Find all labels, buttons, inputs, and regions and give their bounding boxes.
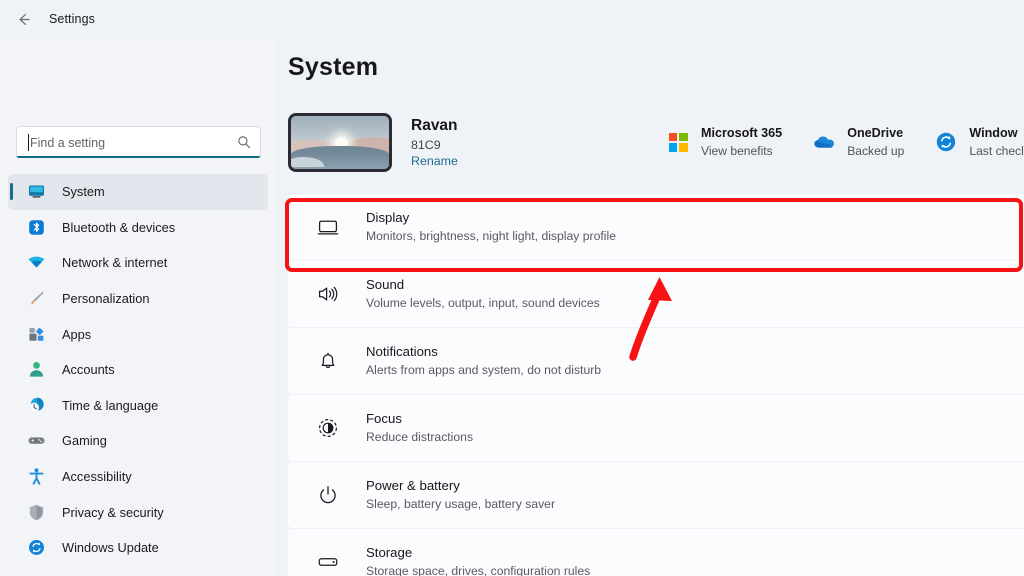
sidebar-item-gaming[interactable]: Gaming [8,423,268,459]
settings-row-focus[interactable]: Focus Reduce distractions [288,395,1024,461]
update-sync-icon [26,538,46,558]
search-focus-underline [17,156,260,158]
monitor-icon [26,182,46,202]
status-card-title: Microsoft 365 [701,126,783,140]
windows-update-icon [934,130,958,154]
sidebar-item-bluetooth-devices[interactable]: Bluetooth & devices [8,210,268,246]
settings-window: Settings Find a setting System Bluetooth… [0,0,1024,576]
sidebar-nav: System Bluetooth & devices Network & int… [8,174,268,566]
settings-row-notifications[interactable]: Notifications Alerts from apps and syste… [288,328,1024,394]
status-cards: Microsoft 365 View benefits OneDrive Bac… [666,124,1024,160]
status-card-microsoft-365[interactable]: Microsoft 365 View benefits [666,124,782,160]
settings-rows: Display Monitors, brightness, night ligh… [288,194,1024,576]
onedrive-cloud-icon [812,130,836,154]
gamepad-icon [26,431,46,451]
settings-row-subtitle: Volume levels, output, input, sound devi… [366,295,600,310]
sidebar-item-label: Apps [62,326,92,342]
settings-row-title: Sound [366,276,405,292]
sidebar-item-network-internet[interactable]: Network & internet [8,245,268,281]
back-arrow-icon [19,13,30,25]
window-title: Settings [49,12,95,26]
sidebar-item-apps[interactable]: Apps [8,316,268,352]
settings-row-title: Power & battery [366,477,460,493]
sidebar-item-label: Bluetooth & devices [62,219,176,235]
status-card-subtitle: View benefits [701,144,773,158]
bluetooth-icon [26,217,46,237]
power-icon [316,483,340,507]
sidebar-item-label: Accessibility [62,469,132,485]
person-icon [26,360,46,380]
sidebar-item-label: System [62,184,105,200]
device-card: Ravan 81C9 Rename [288,112,538,172]
shield-icon [26,502,46,522]
device-model: 81C9 [411,137,441,152]
settings-row-subtitle: Reduce distractions [366,429,474,444]
status-card-title: Window [969,126,1018,140]
sidebar-item-time-language[interactable]: Time & language [8,388,268,424]
settings-row-title: Focus [366,410,402,426]
search-input[interactable] [17,127,260,158]
rename-link[interactable]: Rename [411,154,458,168]
speaker-icon [316,282,340,306]
status-card-onedrive[interactable]: OneDrive Backed up [812,124,904,160]
search-container[interactable] [16,126,261,158]
sidebar-item-accessibility[interactable]: Accessibility [8,459,268,495]
device-name: Ravan [411,117,458,135]
status-card-windows-update[interactable]: Window Last checl [934,124,1024,160]
title-bar: Settings [0,0,1024,38]
search-box[interactable] [16,126,261,158]
sidebar-item-label: Windows Update [62,540,159,556]
settings-row-subtitle: Alerts from apps and system, do not dist… [366,362,602,377]
sidebar-item-label: Gaming [62,433,107,449]
storage-drive-icon [316,550,340,574]
status-card-subtitle: Backed up [847,144,905,158]
sidebar-item-accounts[interactable]: Accounts [8,352,268,388]
status-card-title: OneDrive [847,126,904,140]
settings-row-title: Display [366,209,410,225]
sidebar-item-label: Time & language [62,397,159,413]
settings-row-display[interactable]: Display Monitors, brightness, night ligh… [288,194,1024,260]
settings-row-title: Storage [366,544,413,560]
wifi-icon [26,253,46,273]
sidebar-item-label: Accounts [62,362,115,378]
main-content: System Ravan 81C9 Rename Microsoft 365 V… [276,38,1024,576]
settings-row-storage[interactable]: Storage Storage space, drives, configura… [288,529,1024,576]
status-card-subtitle: Last checl [969,144,1024,158]
sidebar-item-label: Personalization [62,291,150,307]
microsoft-logo-icon [666,130,690,154]
sidebar-item-label: Network & internet [62,255,168,271]
system-hero: Ravan 81C9 Rename Microsoft 365 View ben… [288,110,1024,174]
page-title: System [288,53,379,81]
sidebar-item-privacy-security[interactable]: Privacy & security [8,494,268,530]
accessibility-icon [26,467,46,487]
settings-row-sound[interactable]: Sound Volume levels, output, input, soun… [288,261,1024,327]
sidebar: System Bluetooth & devices [0,38,276,576]
sidebar-item-label: Privacy & security [62,504,164,520]
sidebar-item-system[interactable]: System [8,174,268,210]
display-monitor-icon [316,215,340,239]
sidebar-item-personalization[interactable]: Personalization [8,281,268,317]
device-wallpaper-thumbnail [288,112,392,172]
settings-row-subtitle: Storage space, drives, configuration rul… [366,563,591,576]
settings-row-title: Notifications [366,343,438,359]
sidebar-item-windows-update[interactable]: Windows Update [8,530,268,566]
paintbrush-icon [26,289,46,309]
bell-icon [316,349,340,373]
device-meta: Ravan 81C9 Rename [411,116,458,167]
settings-row-subtitle: Monitors, brightness, night light, displ… [366,228,616,243]
apps-grid-icon [26,324,46,344]
focus-circle-icon [316,416,340,440]
settings-row-subtitle: Sleep, battery usage, battery saver [366,496,556,511]
text-caret [28,134,29,151]
back-button[interactable] [6,4,40,34]
settings-row-power-battery[interactable]: Power & battery Sleep, battery usage, ba… [288,462,1024,528]
clock-globe-icon [26,395,46,415]
